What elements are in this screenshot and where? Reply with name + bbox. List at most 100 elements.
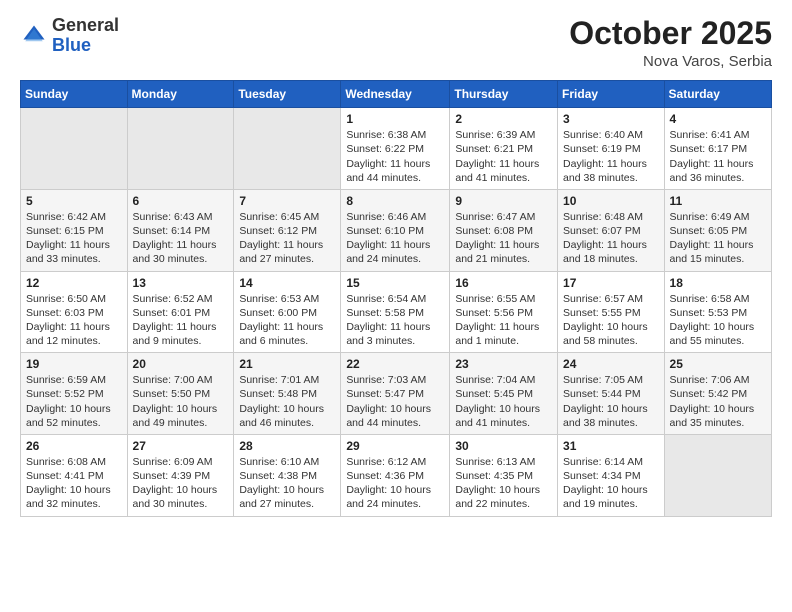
calendar-cell: 19 Sunrise: 6:59 AMSunset: 5:52 PMDayligh… bbox=[21, 353, 128, 435]
calendar-cell: 12 Sunrise: 6:50 AMSunset: 6:03 PMDayligh… bbox=[21, 271, 128, 353]
day-number: 2 bbox=[455, 112, 552, 126]
day-header-friday: Friday bbox=[558, 81, 665, 108]
day-info: Sunrise: 6:12 AMSunset: 4:36 PMDaylight:… bbox=[346, 455, 444, 512]
calendar-cell: 16 Sunrise: 6:55 AMSunset: 5:56 PMDayligh… bbox=[450, 271, 558, 353]
day-number: 12 bbox=[26, 276, 122, 290]
header: General Blue October 2025 Nova Varos, Se… bbox=[20, 16, 772, 70]
day-info: Sunrise: 6:47 AMSunset: 6:08 PMDaylight:… bbox=[455, 210, 552, 267]
day-number: 8 bbox=[346, 194, 444, 208]
calendar-cell: 31 Sunrise: 6:14 AMSunset: 4:34 PMDayligh… bbox=[558, 434, 665, 516]
day-number: 16 bbox=[455, 276, 552, 290]
location: Nova Varos, Serbia bbox=[569, 53, 772, 70]
day-number: 17 bbox=[563, 276, 659, 290]
day-number: 25 bbox=[670, 357, 766, 371]
day-number: 23 bbox=[455, 357, 552, 371]
day-info: Sunrise: 6:39 AMSunset: 6:21 PMDaylight:… bbox=[455, 128, 552, 185]
day-number: 20 bbox=[133, 357, 229, 371]
calendar-cell bbox=[127, 108, 234, 190]
calendar-cell: 20Sunrise: 7:00 AMSunset: 5:50 PMDayligh… bbox=[127, 353, 234, 435]
day-info: Sunrise: 6:54 AMSunset: 5:58 PMDaylight:… bbox=[346, 292, 444, 349]
day-header-tuesday: Tuesday bbox=[234, 81, 341, 108]
day-number: 15 bbox=[346, 276, 444, 290]
calendar-cell bbox=[234, 108, 341, 190]
page: General Blue October 2025 Nova Varos, Se… bbox=[0, 0, 792, 612]
calendar-cell: 14Sunrise: 6:53 AMSunset: 6:00 PMDayligh… bbox=[234, 271, 341, 353]
calendar-cell: 11Sunrise: 6:49 AMSunset: 6:05 PMDayligh… bbox=[664, 189, 771, 271]
logo-text: General Blue bbox=[52, 16, 119, 56]
day-number: 4 bbox=[670, 112, 766, 126]
day-info: Sunrise: 6:45 AMSunset: 6:12 PMDaylight:… bbox=[239, 210, 335, 267]
title-block: October 2025 Nova Varos, Serbia bbox=[569, 16, 772, 70]
logo-icon bbox=[20, 22, 48, 50]
day-info: Sunrise: 6:42 AMSunset: 6:15 PMDaylight:… bbox=[26, 210, 122, 267]
day-number: 29 bbox=[346, 439, 444, 453]
calendar-cell: 22Sunrise: 7:03 AMSunset: 5:47 PMDayligh… bbox=[341, 353, 450, 435]
calendar-cell: 4 Sunrise: 6:41 AMSunset: 6:17 PMDaylight… bbox=[664, 108, 771, 190]
calendar-week-row: 1 Sunrise: 6:38 AMSunset: 6:22 PMDaylight… bbox=[21, 108, 772, 190]
calendar-cell: 27Sunrise: 6:09 AMSunset: 4:39 PMDayligh… bbox=[127, 434, 234, 516]
calendar-cell: 2 Sunrise: 6:39 AMSunset: 6:21 PMDaylight… bbox=[450, 108, 558, 190]
day-number: 5 bbox=[26, 194, 122, 208]
day-info: Sunrise: 7:01 AMSunset: 5:48 PMDaylight:… bbox=[239, 373, 335, 430]
calendar-cell: 23 Sunrise: 7:04 AMSunset: 5:45 PMDayligh… bbox=[450, 353, 558, 435]
day-info: Sunrise: 6:08 AMSunset: 4:41 PMDaylight:… bbox=[26, 455, 122, 512]
day-info: Sunrise: 7:04 AMSunset: 5:45 PMDaylight:… bbox=[455, 373, 552, 430]
day-number: 22 bbox=[346, 357, 444, 371]
calendar-cell: 3Sunrise: 6:40 AMSunset: 6:19 PMDaylight… bbox=[558, 108, 665, 190]
day-header-sunday: Sunday bbox=[21, 81, 128, 108]
calendar-cell: 10Sunrise: 6:48 AMSunset: 6:07 PMDayligh… bbox=[558, 189, 665, 271]
day-info: Sunrise: 6:43 AMSunset: 6:14 PMDaylight:… bbox=[133, 210, 229, 267]
day-number: 27 bbox=[133, 439, 229, 453]
calendar-cell: 24Sunrise: 7:05 AMSunset: 5:44 PMDayligh… bbox=[558, 353, 665, 435]
day-info: Sunrise: 6:57 AMSunset: 5:55 PMDaylight:… bbox=[563, 292, 659, 349]
day-number: 19 bbox=[26, 357, 122, 371]
day-number: 21 bbox=[239, 357, 335, 371]
day-number: 3 bbox=[563, 112, 659, 126]
calendar-week-row: 19 Sunrise: 6:59 AMSunset: 5:52 PMDayligh… bbox=[21, 353, 772, 435]
day-info: Sunrise: 6:41 AMSunset: 6:17 PMDaylight:… bbox=[670, 128, 766, 185]
day-number: 28 bbox=[239, 439, 335, 453]
calendar-cell: 8Sunrise: 6:46 AMSunset: 6:10 PMDaylight… bbox=[341, 189, 450, 271]
day-number: 18 bbox=[670, 276, 766, 290]
day-info: Sunrise: 6:10 AMSunset: 4:38 PMDaylight:… bbox=[239, 455, 335, 512]
calendar-cell: 1 Sunrise: 6:38 AMSunset: 6:22 PMDaylight… bbox=[341, 108, 450, 190]
day-number: 1 bbox=[346, 112, 444, 126]
calendar-cell: 18 Sunrise: 6:58 AMSunset: 5:53 PMDayligh… bbox=[664, 271, 771, 353]
calendar-cell: 15 Sunrise: 6:54 AMSunset: 5:58 PMDayligh… bbox=[341, 271, 450, 353]
calendar-cell: 13 Sunrise: 6:52 AMSunset: 6:01 PMDayligh… bbox=[127, 271, 234, 353]
calendar-cell: 5 Sunrise: 6:42 AMSunset: 6:15 PMDaylight… bbox=[21, 189, 128, 271]
day-number: 6 bbox=[133, 194, 229, 208]
calendar-week-row: 26Sunrise: 6:08 AMSunset: 4:41 PMDayligh… bbox=[21, 434, 772, 516]
day-number: 31 bbox=[563, 439, 659, 453]
day-header-monday: Monday bbox=[127, 81, 234, 108]
calendar-cell: 9 Sunrise: 6:47 AMSunset: 6:08 PMDaylight… bbox=[450, 189, 558, 271]
day-number: 30 bbox=[455, 439, 552, 453]
day-info: Sunrise: 6:58 AMSunset: 5:53 PMDaylight:… bbox=[670, 292, 766, 349]
day-header-wednesday: Wednesday bbox=[341, 81, 450, 108]
calendar-cell: 7Sunrise: 6:45 AMSunset: 6:12 PMDaylight… bbox=[234, 189, 341, 271]
day-header-saturday: Saturday bbox=[664, 81, 771, 108]
calendar-cell bbox=[664, 434, 771, 516]
calendar-cell: 29 Sunrise: 6:12 AMSunset: 4:36 PMDayligh… bbox=[341, 434, 450, 516]
day-info: Sunrise: 6:59 AMSunset: 5:52 PMDaylight:… bbox=[26, 373, 122, 430]
calendar-cell: 17 Sunrise: 6:57 AMSunset: 5:55 PMDayligh… bbox=[558, 271, 665, 353]
day-info: Sunrise: 7:05 AMSunset: 5:44 PMDaylight:… bbox=[563, 373, 659, 430]
day-number: 14 bbox=[239, 276, 335, 290]
calendar: SundayMondayTuesdayWednesdayThursdayFrid… bbox=[20, 80, 772, 516]
calendar-cell bbox=[21, 108, 128, 190]
calendar-header-row: SundayMondayTuesdayWednesdayThursdayFrid… bbox=[21, 81, 772, 108]
day-info: Sunrise: 6:55 AMSunset: 5:56 PMDaylight:… bbox=[455, 292, 552, 349]
day-info: Sunrise: 6:52 AMSunset: 6:01 PMDaylight:… bbox=[133, 292, 229, 349]
month-year: October 2025 bbox=[569, 16, 772, 51]
day-info: Sunrise: 6:48 AMSunset: 6:07 PMDaylight:… bbox=[563, 210, 659, 267]
day-number: 11 bbox=[670, 194, 766, 208]
day-info: Sunrise: 6:38 AMSunset: 6:22 PMDaylight:… bbox=[346, 128, 444, 185]
day-info: Sunrise: 7:06 AMSunset: 5:42 PMDaylight:… bbox=[670, 373, 766, 430]
logo: General Blue bbox=[20, 16, 119, 56]
day-number: 9 bbox=[455, 194, 552, 208]
day-info: Sunrise: 6:14 AMSunset: 4:34 PMDaylight:… bbox=[563, 455, 659, 512]
day-info: Sunrise: 6:50 AMSunset: 6:03 PMDaylight:… bbox=[26, 292, 122, 349]
calendar-cell: 25 Sunrise: 7:06 AMSunset: 5:42 PMDayligh… bbox=[664, 353, 771, 435]
day-number: 13 bbox=[133, 276, 229, 290]
day-info: Sunrise: 6:13 AMSunset: 4:35 PMDaylight:… bbox=[455, 455, 552, 512]
